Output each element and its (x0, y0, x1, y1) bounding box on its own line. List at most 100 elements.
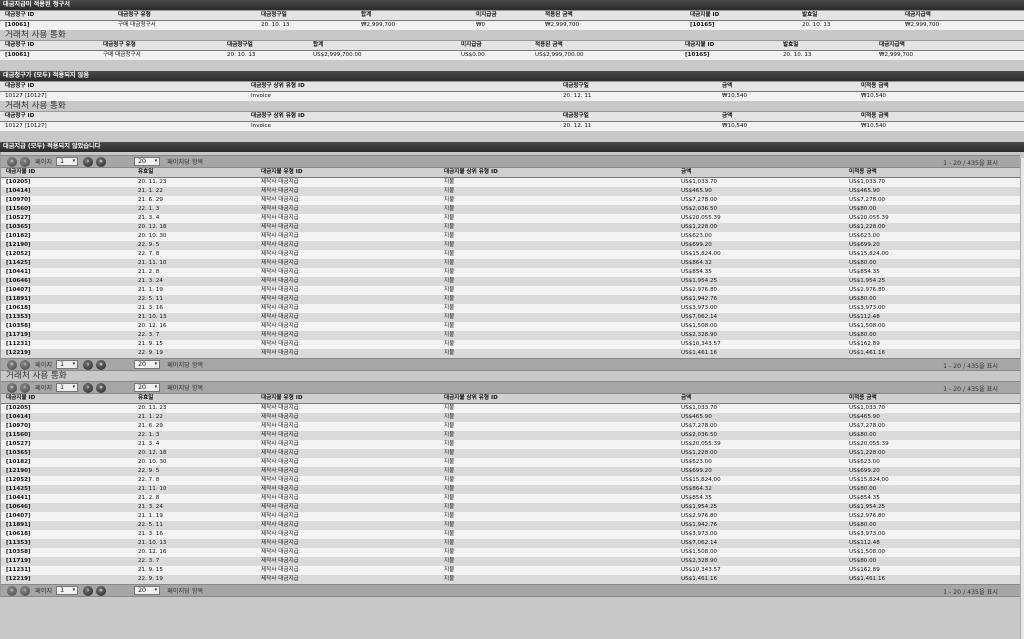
first-page-icon[interactable]: « (7, 156, 17, 167)
table-row[interactable]: [10646] 21. 3. 24 제작사 대금지급 지불 US$1,954.25 US$… (1, 503, 1020, 512)
payment-id-link[interactable]: [12219] (1, 349, 133, 358)
payment-id-link[interactable]: [10618] (1, 304, 133, 313)
payment-id-link[interactable]: [10358] (1, 548, 133, 557)
column-header[interactable]: 대금청구일 (558, 82, 717, 92)
payment-id-link[interactable]: [12219] (1, 575, 133, 584)
table-row[interactable]: [10441] 21. 2. 8 제작사 대금지급 지불 US$854.35 US$854… (1, 494, 1020, 503)
table-row[interactable]: [11891] 22. 5. 11 제작사 대금지급 지불 US$1,942.76 US$… (1, 521, 1020, 530)
table-row[interactable]: [11560] 22. 1. 3 제작사 대금지급 지불 US$2,036.50 US$8… (1, 431, 1020, 440)
column-header[interactable]: 대금청구일 (256, 11, 356, 21)
column-header[interactable]: 미적용 금액 (856, 112, 1024, 122)
table-row[interactable]: [11719] 22. 3. 7 제작사 대금지급 지불 US$2,328.90 US$8… (1, 331, 1020, 340)
column-header[interactable]: 금액 (676, 168, 844, 178)
payment-id-link[interactable]: [10407] (1, 512, 133, 521)
column-header[interactable]: 금액 (717, 82, 856, 92)
payment-id-link[interactable]: [10527] (1, 440, 133, 449)
table-row[interactable]: [11231] 21. 9. 15 제작사 대금지급 지불 US$10,343.57 US… (1, 340, 1020, 349)
column-header[interactable]: 발효일 (797, 11, 900, 21)
column-header[interactable]: 대금청구 ID (0, 82, 246, 92)
first-page-icon[interactable]: « (7, 585, 17, 596)
payment-id-link[interactable]: [12190] (1, 241, 133, 250)
last-page-icon[interactable]: » (96, 156, 107, 167)
column-header[interactable]: 미적용 금액 (844, 168, 1020, 178)
last-page-icon[interactable]: » (96, 359, 107, 370)
column-header[interactable]: 대금청구 유형 (98, 41, 222, 51)
column-header[interactable]: 대금지불 상위 유형 ID (439, 168, 676, 178)
column-header[interactable]: 미지급금 (471, 11, 540, 21)
page-select[interactable]: 1 ▾ (56, 360, 79, 369)
table-row[interactable]: [10407] 21. 1. 19 제작사 대금지급 지불 US$2,976.80 US$… (1, 286, 1020, 295)
first-page-icon[interactable]: « (7, 359, 17, 370)
table-row[interactable]: [11353] 21. 10. 13 제작사 대금지급 지불 US$7,062.14 US… (1, 539, 1020, 548)
prev-page-icon[interactable]: ‹ (20, 585, 30, 596)
payment-id-link[interactable]: [10441] (1, 494, 133, 503)
payment-id-link[interactable]: [12052] (1, 476, 133, 485)
payment-id-link[interactable]: [10618] (1, 530, 133, 539)
table-row[interactable]: [10407] 21. 1. 19 제작사 대금지급 지불 US$2,976.80 US$… (1, 512, 1020, 521)
column-header[interactable]: 대금지불 ID (1, 168, 133, 178)
column-header[interactable]: 금액 (676, 394, 844, 404)
per-page-select[interactable]: 20 ▾ (134, 383, 161, 392)
table-row[interactable]: [10182] 20. 10. 30 제작사 대금지급 지불 US$623.00 US$6… (1, 458, 1020, 467)
first-page-icon[interactable]: « (7, 382, 17, 393)
payment-id-link[interactable]: [11891] (1, 521, 133, 530)
table-row[interactable]: [11719] 22. 3. 7 제작사 대금지급 지불 US$2,328.90 US$8… (1, 557, 1020, 566)
page-select[interactable]: 1 ▾ (56, 157, 79, 166)
payment-id-link[interactable]: [10414] (1, 187, 133, 196)
column-header[interactable]: 대금지불 ID (680, 41, 778, 51)
table-row[interactable]: [10441] 21. 2. 8 제작사 대금지급 지불 US$854.35 US$854… (1, 268, 1020, 277)
payment-id-link[interactable]: [10205] (1, 404, 133, 414)
payment-id-link[interactable]: [12052] (1, 250, 133, 259)
payment-id-link[interactable]: [11560] (1, 205, 133, 214)
prev-page-icon[interactable]: ‹ (20, 382, 30, 393)
table-row[interactable]: [10365] 20. 12. 18 제작사 대금지급 지불 US$1,228.00 US… (1, 449, 1020, 458)
payment-id-link[interactable]: [11425] (1, 259, 133, 268)
per-page-select[interactable]: 20 ▾ (134, 157, 161, 166)
column-header[interactable]: 미적용 금액 (856, 82, 1024, 92)
payment-id-link[interactable]: [10358] (1, 322, 133, 331)
table-row[interactable]: [10527] 21. 3. 4 제작사 대금지급 지불 US$20,055.39 US$… (1, 440, 1020, 449)
table-row[interactable]: [12190] 22. 9. 5 제작사 대금지급 지불 US$699.20 US$699… (1, 241, 1020, 250)
payment-id-link[interactable]: [11719] (1, 557, 133, 566)
table-row[interactable]: [12190] 22. 9. 5 제작사 대금지급 지불 US$699.20 US$699… (1, 467, 1020, 476)
table-row[interactable]: [10414] 21. 1. 22 제작사 대금지급 지불 US$465.90 US$46… (1, 187, 1020, 196)
table-row[interactable]: [10527] 21. 3. 4 제작사 대금지급 지불 US$20,055.39 US$… (1, 214, 1020, 223)
table-row[interactable]: [10618] 21. 3. 16 제작사 대금지급 지불 US$3,973.00 US$… (1, 304, 1020, 313)
last-page-icon[interactable]: » (96, 382, 107, 393)
column-header[interactable]: 대금지불 ID (685, 11, 797, 21)
table-row[interactable]: [10618] 21. 3. 16 제작사 대금지급 지불 US$3,973.00 US$… (1, 530, 1020, 539)
payment-id-link[interactable]: [10182] (1, 458, 133, 467)
table-row[interactable]: [11425] 21. 11. 10 제작사 대금지급 지불 US$864.32 US$8… (1, 485, 1020, 494)
column-header[interactable]: 발효일 (778, 41, 874, 51)
column-header[interactable]: 대금청구 유형 (113, 11, 256, 21)
prev-page-icon[interactable]: ‹ (20, 359, 30, 370)
payment-id-link[interactable]: [11353] (1, 539, 133, 548)
table-row[interactable]: [10205] 20. 11. 23 제작사 대금지급 지불 US$1,033.70 US… (1, 403, 1020, 414)
table-row[interactable]: [11231] 21. 9. 15 제작사 대금지급 지불 US$10,343.57 US… (1, 566, 1020, 575)
column-header[interactable]: 대금청구 상위 유형 ID (246, 82, 558, 92)
table-row[interactable]: [10365] 20. 12. 18 제작사 대금지급 지불 US$1,228.00 US… (1, 223, 1020, 232)
column-header[interactable]: 대금지불 유형 ID (256, 168, 439, 178)
table-row[interactable]: [12052] 22. 7. 8 제작사 대금지급 지불 US$15,824.00 US$… (1, 476, 1020, 485)
payment-id-link[interactable]: [12190] (1, 467, 133, 476)
table-row[interactable]: [10646] 21. 3. 24 제작사 대금지급 지불 US$1,954.25 US$… (1, 277, 1020, 286)
table-row[interactable]: [12219] 22. 9. 19 제작사 대금지급 지불 US$1,461.16 US$… (1, 349, 1020, 358)
next-page-icon[interactable]: › (83, 585, 94, 596)
column-header[interactable]: 대금지급액 (900, 11, 1024, 21)
payment-id-link[interactable]: [11231] (1, 566, 133, 575)
per-page-select[interactable]: 20 ▾ (134, 360, 161, 369)
column-header[interactable]: 합계 (356, 11, 471, 21)
payment-id-link[interactable]: [11891] (1, 295, 133, 304)
payment-id-link[interactable]: [10646] (1, 277, 133, 286)
payment-id-link[interactable]: [10414] (1, 413, 133, 422)
column-header[interactable]: 대금지불 상위 유형 ID (439, 394, 676, 404)
table-row[interactable]: [11353] 21. 10. 13 제작사 대금지급 지불 US$7,062.14 US… (1, 313, 1020, 322)
next-page-icon[interactable]: › (83, 382, 94, 393)
column-header[interactable]: 대금지급액 (874, 41, 1024, 51)
table-row[interactable]: [10205] 20. 11. 23 제작사 대금지급 지불 US$1,033.70 US… (1, 177, 1020, 187)
column-header[interactable]: 미적용 금액 (844, 394, 1020, 404)
table-row[interactable]: [11891] 22. 5. 11 제작사 대금지급 지불 US$1,942.76 US$… (1, 295, 1020, 304)
next-page-icon[interactable]: › (83, 156, 94, 167)
column-header[interactable]: 적용된 금액 (530, 41, 680, 51)
table-row[interactable]: [10970] 21. 6. 29 제작사 대금지급 지불 US$7,278.00 US$… (1, 422, 1020, 431)
